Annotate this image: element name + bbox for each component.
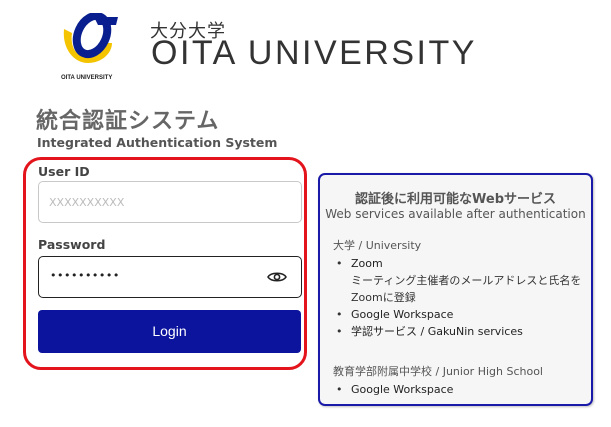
password-value: ••••••••••: [50, 269, 120, 282]
university-services-list: Zoom ミーティング主催者のメールアドレスと氏名をZoomに登録 Google…: [333, 255, 585, 340]
service-zoom: Zoom: [351, 257, 383, 270]
user-id-input[interactable]: XXXXXXXXXX: [38, 181, 302, 223]
university-logo: OITA UNIVERSITY: [58, 13, 120, 81]
page-title: 統合認証システム: [36, 109, 220, 134]
section-title-university: 大学 / University: [333, 239, 422, 252]
services-heading-jp: 認証後に利用可能なWebサービス: [355, 192, 556, 207]
logo-caption: OITA UNIVERSITY: [61, 75, 113, 81]
service-google-workspace: Google Workspace: [351, 308, 454, 321]
service-zoom-note: ミーティング主催者のメールアドレスと氏名をZoomに登録: [351, 274, 582, 304]
services-panel: 認証後に利用可能なWebサービス Web services available …: [318, 173, 593, 406]
login-button[interactable]: Login: [38, 310, 301, 353]
user-id-label: User ID: [38, 164, 90, 179]
eye-icon[interactable]: [267, 270, 287, 284]
list-item: Google Workspace: [333, 381, 585, 398]
page-subtitle: Integrated Authentication System: [37, 135, 278, 150]
services-heading-en: Web services available after authenticat…: [325, 207, 586, 221]
oita-university-logo-icon: [63, 13, 118, 63]
service-gakunin: 学認サービス / GakuNin services: [351, 325, 523, 338]
section-title-junior-high: 教育学部附属中学校 / Junior High School: [333, 365, 543, 378]
list-item: Zoom ミーティング主催者のメールアドレスと氏名をZoomに登録: [333, 255, 585, 306]
university-name-en: OITA UNIVERSITY: [151, 34, 477, 72]
list-item: 学認サービス / GakuNin services: [333, 323, 585, 340]
password-input[interactable]: ••••••••••: [38, 256, 302, 298]
service-google-workspace-jhs: Google Workspace: [351, 383, 454, 396]
password-label: Password: [38, 237, 106, 252]
list-item: Google Workspace: [333, 306, 585, 323]
junior-high-services-list: Google Workspace: [333, 381, 585, 398]
